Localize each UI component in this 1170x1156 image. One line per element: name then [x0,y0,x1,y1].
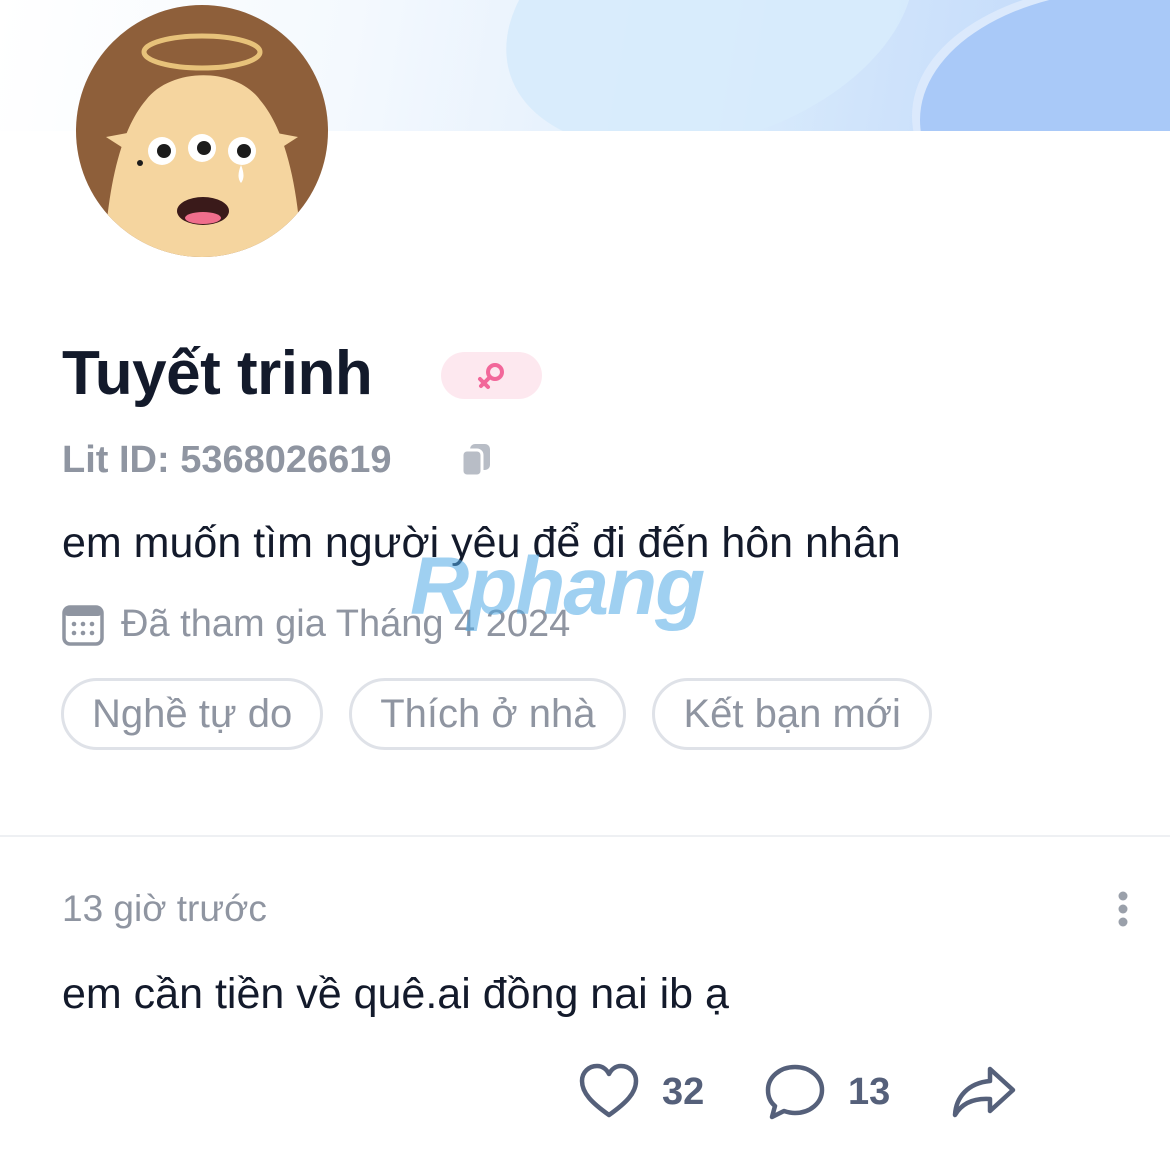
post-timestamp: 13 giờ trước [62,888,267,929]
heart-icon [579,1063,639,1118]
comment-icon [765,1064,825,1120]
post-text: em cần tiền về quê.ai đồng nai ib ạ [62,970,729,1018]
share-icon [952,1066,1016,1118]
watermark: Rphang [410,541,705,632]
comment-button[interactable]: 13 [764,1063,890,1121]
comment-count: 13 [848,1070,891,1113]
avatar[interactable] [76,5,328,257]
more-vertical-icon[interactable] [1110,890,1136,935]
copy-icon[interactable] [460,442,492,483]
calendar-icon [62,604,104,651]
profile-name: Tuyết trinh [62,339,373,408]
tag-chip[interactable]: Nghề tự do [61,678,324,750]
interest-tags: Nghề tự do Thích ở nhà Kết bạn mới [61,678,958,750]
share-button[interactable] [950,1063,1018,1121]
gender-badge [441,352,542,399]
divider [0,835,1170,837]
cover-shape [920,0,1170,131]
female-icon [477,362,504,389]
like-count: 32 [662,1070,705,1113]
avatar-illustration [104,33,302,257]
tag-chip[interactable]: Kết bạn mới [652,678,932,750]
like-button[interactable]: 32 [578,1063,704,1121]
tag-chip[interactable]: Thích ở nhà [349,678,627,750]
cover-shape [470,0,950,131]
lit-id: Lit ID: 5368026619 [62,439,392,481]
